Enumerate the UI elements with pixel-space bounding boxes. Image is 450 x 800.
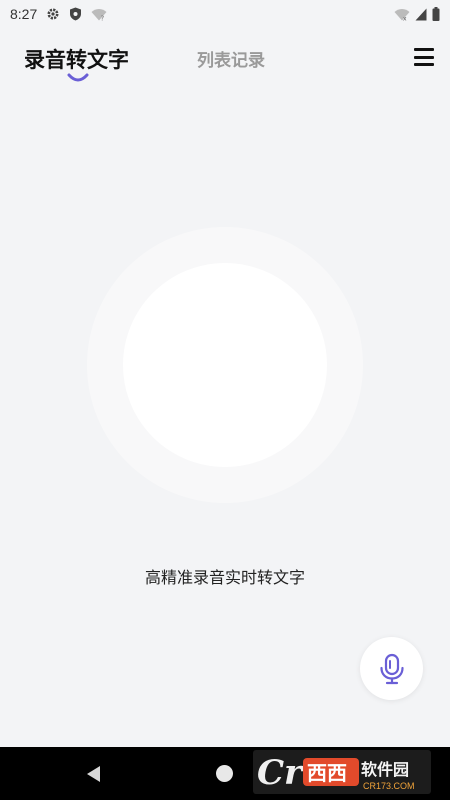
- settings-icon: [46, 7, 60, 21]
- svg-text:CR173.COM: CR173.COM: [363, 781, 415, 791]
- battery-icon: [432, 7, 440, 21]
- watermark-logo: Cr 西西 软件园 CR173.COM: [253, 750, 431, 794]
- signal-icon: [415, 8, 427, 21]
- wifi-question-icon: ?: [91, 8, 107, 21]
- sound-wave-icon: [196, 345, 255, 385]
- tab-record-to-text[interactable]: 录音转文字: [24, 44, 129, 74]
- wifi-x-icon: x: [394, 8, 410, 21]
- svg-text:Cr: Cr: [257, 753, 304, 793]
- svg-text:x: x: [403, 15, 407, 21]
- tab-list-records[interactable]: 列表记录: [197, 46, 265, 71]
- svg-text:软件园: 软件园: [361, 760, 409, 779]
- status-time: 8:27: [10, 6, 38, 22]
- status-right: x: [394, 7, 440, 21]
- microphone-icon: [379, 653, 404, 684]
- menu-icon[interactable]: [414, 48, 434, 66]
- home-icon[interactable]: [216, 765, 233, 782]
- microphone-button[interactable]: [360, 637, 423, 700]
- tab-active-indicator: [67, 73, 89, 82]
- status-left: 8:27 ?: [10, 6, 107, 22]
- status-bar: 8:27 ? x: [0, 0, 450, 28]
- header: 录音转文字 列表记录: [0, 38, 450, 92]
- caption-text: 高精准录音实时转文字: [144, 568, 305, 587]
- svg-text:西西: 西西: [307, 761, 347, 785]
- navigation-bar: Cr 西西 软件园 CR173.COM: [0, 747, 450, 800]
- back-icon[interactable]: [84, 764, 104, 784]
- svg-text:?: ?: [101, 14, 105, 21]
- record-button[interactable]: [123, 263, 327, 467]
- shield-icon: [69, 7, 82, 21]
